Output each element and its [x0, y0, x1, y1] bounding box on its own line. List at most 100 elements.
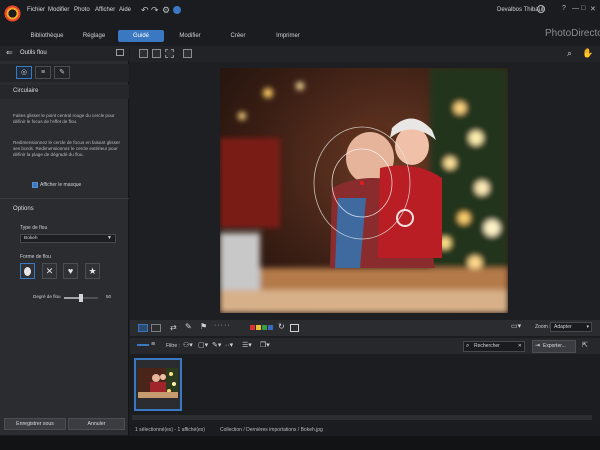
- filmstrip-scrollbar[interactable]: [132, 415, 592, 420]
- settings-gear-icon[interactable]: ⚙: [162, 5, 170, 16]
- flag-icon[interactable]: ⚑: [200, 322, 207, 331]
- show-mask-label: Afficher le masque: [40, 182, 82, 188]
- hand-tool-icon[interactable]: ✋: [582, 48, 593, 59]
- export-label: Exporter...: [543, 343, 566, 349]
- view-single-icon[interactable]: [139, 49, 148, 58]
- menu-photo[interactable]: Photo: [74, 7, 90, 13]
- sort-icon[interactable]: ☰▾: [242, 341, 252, 349]
- user-avatar-icon[interactable]: [537, 5, 545, 13]
- view-grid-icon[interactable]: [165, 49, 174, 58]
- single-view-button[interactable]: [138, 324, 148, 332]
- blur-type-select[interactable]: Bokeh ▼: [20, 234, 116, 243]
- view-compare-icon[interactable]: [152, 49, 161, 58]
- shape-heart-button[interactable]: ♥: [63, 263, 78, 279]
- star-rating-icons[interactable]: ·····: [214, 322, 231, 329]
- zoom-search-icon[interactable]: ⌕: [567, 48, 572, 59]
- menu-modifier[interactable]: Modifier: [48, 7, 69, 13]
- menu-afficher[interactable]: Afficher: [95, 7, 115, 13]
- list-view-icon[interactable]: ≡: [151, 341, 155, 348]
- viewer-toolbar: [130, 46, 600, 62]
- minimize-icon[interactable]: —: [572, 5, 579, 12]
- zoom-value: Adapter: [554, 324, 572, 330]
- search-input[interactable]: ⌕ Rechercher ✕: [463, 341, 525, 352]
- selection-count: 1 sélectionné(es) - 1 affiché(es): [135, 427, 205, 433]
- help-icon[interactable]: ?: [562, 5, 566, 12]
- menu-bar: [0, 0, 600, 27]
- filter-label: Filtre :: [166, 343, 180, 349]
- color-label-green[interactable]: [262, 325, 267, 330]
- tab-reglage[interactable]: Réglage: [75, 30, 113, 42]
- update-badge-icon[interactable]: [173, 6, 181, 14]
- tab-creer[interactable]: Créer: [222, 30, 254, 42]
- display-options-icon[interactable]: ▭▾: [511, 322, 521, 330]
- redo-icon[interactable]: ↷: [151, 5, 159, 16]
- popout-icon[interactable]: ⇱: [582, 341, 588, 349]
- tab-blur-circle-icon[interactable]: ◎: [16, 66, 32, 79]
- filter-rating-icon[interactable]: ··▾: [225, 341, 233, 349]
- photo-thumbnail[interactable]: [134, 358, 182, 411]
- blur-degree-label: Degré de flou: [33, 294, 61, 299]
- thumbnail-image: [136, 360, 180, 409]
- search-placeholder: Rechercher: [474, 343, 500, 349]
- cancel-button[interactable]: Annuler: [68, 418, 125, 430]
- filter-people-icon[interactable]: ⚇▾: [183, 341, 193, 349]
- blur-type-label: Type de flou: [20, 225, 48, 231]
- tab-guide[interactable]: Guidé: [118, 30, 164, 42]
- photo-image: [220, 68, 508, 313]
- view-secondary-display-icon[interactable]: [183, 49, 192, 58]
- shape-x-button[interactable]: ✕: [42, 263, 57, 279]
- maximize-icon[interactable]: □: [581, 5, 585, 12]
- split-view-button[interactable]: [151, 324, 161, 332]
- menu-fichier[interactable]: Fichier: [27, 7, 45, 13]
- blur-degree-value: 50: [106, 294, 112, 299]
- zoom-select[interactable]: Adapter ▾: [550, 322, 592, 332]
- filter-type-icon[interactable]: ▢▾: [198, 341, 208, 349]
- undo-icon[interactable]: ↶: [141, 5, 149, 16]
- pen-icon[interactable]: ✎: [185, 322, 192, 331]
- filmstrip-view-icon[interactable]: [137, 344, 149, 346]
- tab-blur-linear-icon[interactable]: ≡: [35, 66, 51, 79]
- panel-popout-icon[interactable]: [116, 49, 124, 56]
- chevron-down-icon: ▼: [107, 235, 112, 241]
- shape-circle-button[interactable]: [20, 263, 35, 279]
- chevron-down-icon: ▾: [586, 324, 589, 330]
- panel-title: Outils flou: [20, 50, 47, 56]
- color-label-blue[interactable]: [268, 325, 273, 330]
- brand-name: PhotoDirector: [545, 28, 600, 39]
- file-path: Collection / Dernières importations / Bo…: [220, 427, 323, 433]
- section-title-circulaire: Circulaire: [13, 88, 39, 94]
- color-label-red[interactable]: [250, 325, 255, 330]
- export-icon: ⇥: [535, 343, 541, 349]
- section-title-options: Options: [13, 206, 34, 212]
- show-mask-checkbox[interactable]: [32, 182, 38, 188]
- divider: [0, 198, 129, 199]
- tab-modifier[interactable]: Modifier: [170, 30, 210, 42]
- instructions-paragraph-2: Redimensionnez le cercle de focus en fai…: [13, 140, 120, 157]
- menu-aide[interactable]: Aide: [119, 7, 131, 13]
- shape-star-button[interactable]: ★: [85, 263, 100, 279]
- blur-type-value: Bokeh: [24, 236, 38, 241]
- photo-canvas[interactable]: [220, 68, 508, 313]
- close-icon[interactable]: ✕: [590, 5, 596, 13]
- blur-degree-slider-thumb[interactable]: [79, 294, 83, 302]
- clear-search-icon[interactable]: ✕: [518, 342, 522, 351]
- filmstrip: [130, 354, 600, 424]
- save-as-button[interactable]: Enregistrer sous: [4, 418, 66, 430]
- tab-blur-brush-icon[interactable]: ✎: [54, 66, 70, 79]
- compare-icon[interactable]: ⇄: [170, 323, 177, 332]
- back-arrow-icon[interactable]: ⇐: [6, 48, 13, 57]
- rotate-icon[interactable]: ↻: [278, 322, 285, 331]
- filter-edit-icon[interactable]: ✎▾: [212, 341, 221, 349]
- export-button[interactable]: ⇥ Exporter...: [532, 340, 576, 353]
- app-logo: [4, 5, 21, 22]
- copy-icon[interactable]: ❐▾: [260, 341, 270, 349]
- crop-icon[interactable]: [290, 324, 299, 332]
- instructions-paragraph-1: Faites glisser le point central rouge du…: [13, 113, 115, 124]
- color-label-yellow[interactable]: [256, 325, 261, 330]
- blur-shape-label: Forme de flou: [20, 254, 51, 260]
- window-bottom-edge: [0, 436, 600, 450]
- zoom-label: Zoom :: [535, 324, 551, 330]
- tab-bibliotheque[interactable]: Bibliothèque: [22, 30, 72, 42]
- tab-imprimer[interactable]: Imprimer: [268, 30, 308, 42]
- search-icon: ⌕: [466, 343, 470, 349]
